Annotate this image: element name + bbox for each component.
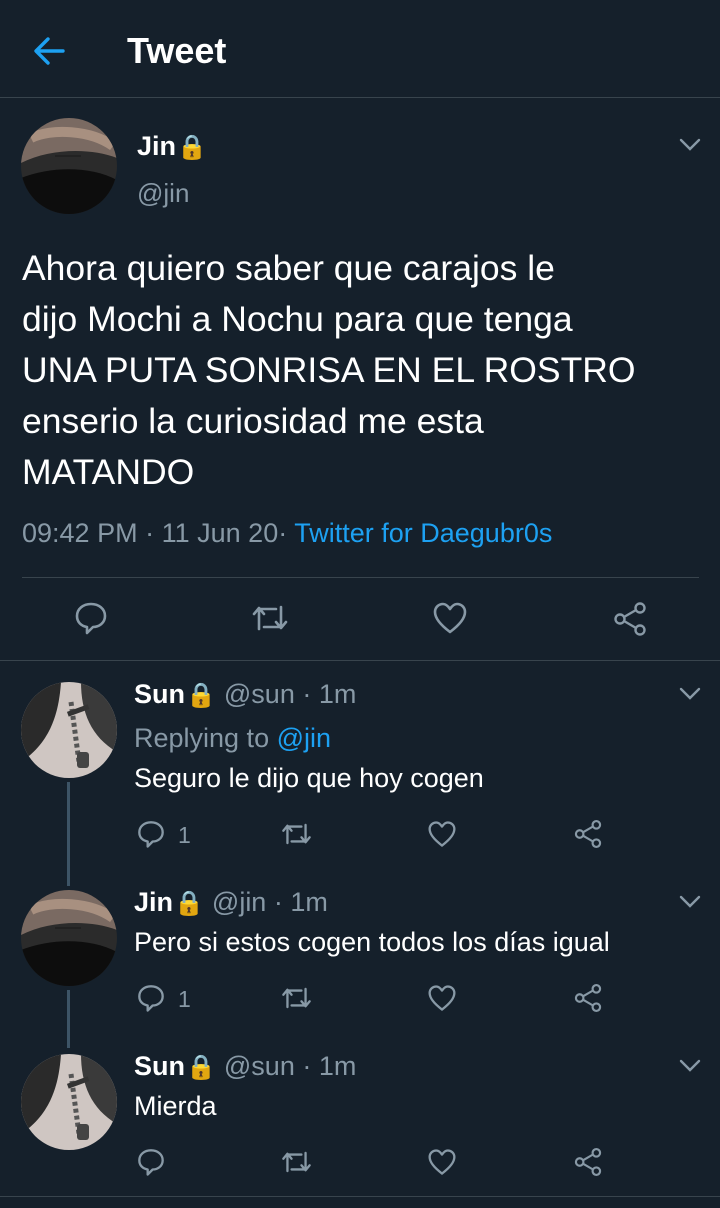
reply-text: Seguro le dijo que hoy cogen	[134, 763, 484, 793]
back-arrow-icon[interactable]	[30, 32, 68, 70]
retweet-icon[interactable]	[280, 820, 313, 848]
chevron-down-icon[interactable]	[679, 687, 701, 701]
avatar[interactable]	[21, 682, 117, 778]
share-icon[interactable]	[573, 1147, 603, 1177]
lock-icon: 🔒	[186, 1054, 216, 1081]
like-icon[interactable]	[432, 601, 468, 635]
author-name[interactable]: Jin🔒	[137, 131, 207, 162]
replying-to: Replying to @jin	[134, 723, 332, 753]
mention-link[interactable]: @jin	[277, 723, 331, 753]
lock-icon: 🔒	[177, 134, 207, 161]
divider	[0, 1196, 720, 1197]
share-icon[interactable]	[573, 819, 603, 849]
top-bar: Tweet	[0, 0, 720, 98]
retweet-icon[interactable]	[280, 1148, 313, 1176]
lock-icon: 🔒	[174, 890, 204, 917]
reply-count: 1	[178, 822, 191, 848]
divider	[22, 577, 699, 578]
share-icon[interactable]	[612, 601, 648, 637]
chevron-down-icon[interactable]	[679, 895, 701, 909]
reply-count: 1	[178, 986, 191, 1012]
chevron-down-icon[interactable]	[679, 138, 701, 152]
reply-author[interactable]: Sun🔒 @sun · 1m	[134, 679, 356, 710]
divider	[0, 660, 720, 661]
chevron-down-icon[interactable]	[679, 1059, 701, 1073]
thread-line	[67, 782, 70, 886]
tweet-meta: 09:42 PM · 11 Jun 20· Twitter for Daegub…	[22, 518, 553, 548]
retweet-icon[interactable]	[280, 984, 313, 1012]
like-icon[interactable]	[427, 820, 457, 848]
tweet-text: Ahora quiero saber que carajos le dijo M…	[22, 248, 636, 492]
reply-icon[interactable]	[136, 819, 166, 849]
lock-icon: 🔒	[186, 682, 216, 709]
page-title: Tweet	[127, 30, 227, 71]
reply-text: Pero si estos cogen todos los días igual	[134, 927, 610, 957]
reply-icon[interactable]	[136, 1147, 166, 1177]
avatar[interactable]	[21, 118, 117, 214]
reply-author[interactable]: Jin🔒 @jin · 1m	[134, 887, 328, 918]
share-icon[interactable]	[573, 983, 603, 1013]
reply-text: Mierda	[134, 1091, 217, 1121]
reply-icon[interactable]	[73, 600, 109, 636]
reply-icon[interactable]	[136, 983, 166, 1013]
source-link[interactable]: Twitter for Daegubr0s	[294, 518, 552, 548]
like-icon[interactable]	[427, 984, 457, 1012]
avatar[interactable]	[21, 890, 117, 986]
avatar[interactable]	[21, 1054, 117, 1150]
author-handle[interactable]: @jin	[137, 178, 189, 209]
thread-line	[67, 990, 70, 1048]
reply-author[interactable]: Sun🔒 @sun · 1m	[134, 1051, 356, 1082]
like-icon[interactable]	[427, 1148, 457, 1176]
retweet-icon[interactable]	[250, 601, 290, 635]
